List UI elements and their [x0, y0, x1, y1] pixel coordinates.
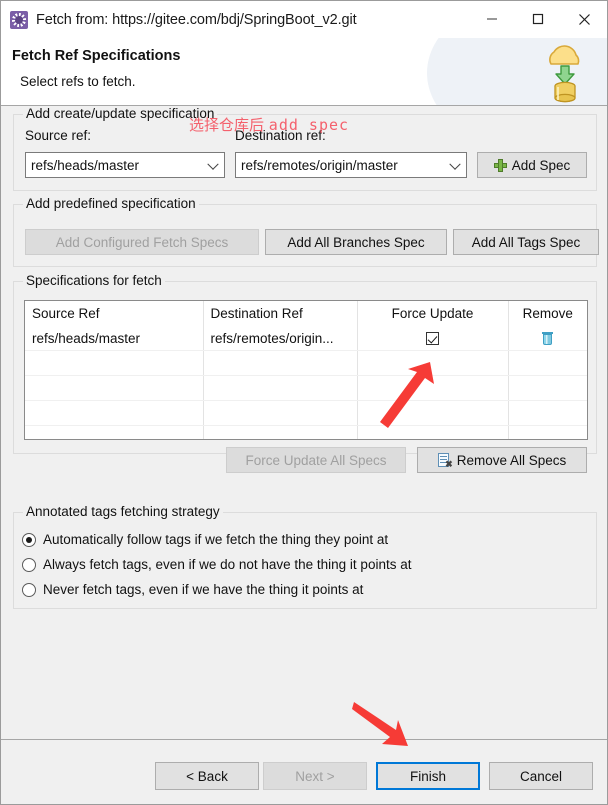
- column-header[interactable]: Source Ref: [25, 301, 204, 326]
- window-title: Fetch from: https://gitee.com/bdj/Spring…: [36, 11, 357, 28]
- destination-ref-label: Destination ref:: [235, 128, 326, 143]
- column-header[interactable]: Destination Ref: [203, 301, 358, 326]
- cell-empty: [203, 350, 358, 376]
- chevron-down-icon: [449, 158, 461, 170]
- title-bar: Fetch from: https://gitee.com/bdj/Spring…: [1, 1, 607, 38]
- table-row-empty[interactable]: [25, 350, 587, 376]
- cell-empty: [203, 425, 358, 439]
- trash-icon[interactable]: [542, 332, 554, 346]
- cell-empty: [25, 425, 204, 439]
- cell-empty: [25, 400, 204, 426]
- force-update-all-specs-label: Force Update All Specs: [245, 452, 387, 468]
- page-subtitle: Select refs to fetch.: [20, 74, 136, 89]
- cell-empty: [357, 350, 509, 376]
- dialog-body: Add create/update specification Source r…: [1, 106, 607, 804]
- add-spec-button-label: Add Spec: [511, 157, 571, 173]
- window-controls: [469, 1, 607, 37]
- radio-label: Automatically follow tags if we fetch th…: [43, 532, 389, 547]
- radio-indicator: [22, 532, 36, 547]
- remove-all-specs-label: Remove All Specs: [456, 452, 567, 468]
- specifications-for-fetch-group-title: Specifications for fetch: [23, 273, 165, 288]
- fetch-dialog-window: Fetch from: https://gitee.com/bdj/Spring…: [0, 0, 608, 805]
- radio-automatically-follow-tags[interactable]: Automatically follow tags if we fetch th…: [22, 532, 388, 547]
- annotated-tags-strategy-group-title: Annotated tags fetching strategy: [23, 504, 223, 519]
- back-button-label: < Back: [186, 768, 228, 784]
- cell-empty: [508, 425, 587, 439]
- add-all-branches-spec-button[interactable]: Add All Branches Spec: [265, 229, 447, 255]
- cloud-download-database-icon: [537, 42, 593, 104]
- radio-indicator: [22, 582, 36, 597]
- create-update-spec-group-title: Add create/update specification: [23, 106, 218, 121]
- radio-never-fetch-tags[interactable]: Never fetch tags, even if we have the th…: [22, 582, 363, 597]
- cancel-button[interactable]: Cancel: [489, 762, 593, 790]
- table-row-empty[interactable]: [25, 425, 587, 439]
- chevron-down-icon: [207, 158, 219, 170]
- finish-button-label: Finish: [409, 768, 446, 784]
- table-row[interactable]: refs/heads/master refs/remotes/origin...: [25, 326, 587, 351]
- next-button[interactable]: Next >: [263, 762, 367, 790]
- cell-destination-ref: refs/remotes/origin...: [203, 326, 358, 351]
- add-spec-button[interactable]: Add Spec: [477, 152, 587, 178]
- footer-bar: < Back Next > Finish Cancel: [1, 740, 607, 804]
- column-header[interactable]: Remove: [508, 301, 587, 326]
- cell-empty: [25, 350, 204, 376]
- cell-empty: [508, 375, 587, 401]
- green-plus-icon: [493, 158, 507, 172]
- add-configured-fetch-specs-button[interactable]: Add Configured Fetch Specs: [25, 229, 259, 255]
- maximize-button[interactable]: [515, 1, 561, 37]
- table-header-row: Source Ref Destination Ref Force Update Rem…: [25, 301, 587, 326]
- radio-label: Never fetch tags, even if we have the th…: [43, 582, 364, 597]
- cell-empty: [203, 375, 358, 401]
- cell-remove[interactable]: [508, 326, 587, 351]
- cell-force-update[interactable]: [357, 326, 509, 351]
- close-button[interactable]: [561, 1, 607, 37]
- radio-always-fetch-tags[interactable]: Always fetch tags, even if we do not hav…: [22, 557, 411, 572]
- spec-table-body: Source Ref Destination Ref Force Update Rem…: [25, 301, 587, 439]
- cell-empty: [357, 400, 509, 426]
- spec-table-grid: Source Ref Destination Ref Force Update Rem…: [25, 301, 587, 439]
- spec-table[interactable]: Source Ref Destination Ref Force Update Rem…: [24, 300, 588, 440]
- destination-ref-combo[interactable]: refs/remotes/origin/master: [235, 152, 467, 178]
- cell-empty: [357, 375, 509, 401]
- add-configured-fetch-specs-label: Add Configured Fetch Specs: [55, 234, 229, 250]
- specifications-for-fetch-group: Specifications for fetch Source Ref Desti…: [13, 273, 597, 473]
- cell-empty: [357, 425, 509, 439]
- wizard-header: Fetch Ref Specifications Select refs to …: [1, 38, 607, 106]
- next-button-label: Next >: [295, 768, 335, 784]
- source-ref-combo[interactable]: refs/heads/master: [25, 152, 225, 178]
- predefined-spec-group: Add predefined specification Add Configu…: [13, 196, 599, 267]
- add-all-tags-spec-button[interactable]: Add All Tags Spec: [453, 229, 599, 255]
- cancel-button-label: Cancel: [519, 768, 563, 784]
- add-all-branches-spec-label: Add All Branches Spec: [287, 234, 425, 250]
- cell-empty: [203, 400, 358, 426]
- cell-empty: [508, 350, 587, 376]
- column-header[interactable]: Force Update: [357, 301, 509, 326]
- minimize-button[interactable]: [469, 1, 515, 37]
- remove-document-icon: ✖: [437, 452, 453, 468]
- cell-empty: [25, 375, 204, 401]
- cell-empty: [508, 400, 587, 426]
- predefined-spec-group-title: Add predefined specification: [23, 196, 199, 211]
- radio-indicator: [22, 557, 36, 572]
- annotated-tags-strategy-group: Annotated tags fetching strategy Automat…: [13, 504, 597, 609]
- table-row-empty[interactable]: [25, 375, 587, 401]
- destination-ref-value: refs/remotes/origin/master: [241, 157, 398, 173]
- radio-label: Always fetch tags, even if we do not hav…: [43, 557, 412, 572]
- create-update-spec-group: Add create/update specification Source r…: [13, 106, 597, 191]
- force-update-checkbox[interactable]: [426, 332, 439, 346]
- source-ref-label: Source ref:: [25, 128, 92, 143]
- remove-all-specs-button[interactable]: ✖ Remove All Specs: [417, 447, 587, 473]
- cell-source-ref: refs/heads/master: [25, 326, 204, 351]
- back-button[interactable]: < Back: [155, 762, 259, 790]
- table-row-empty[interactable]: [25, 400, 587, 426]
- finish-button[interactable]: Finish: [376, 762, 480, 790]
- add-all-tags-spec-label: Add All Tags Spec: [471, 234, 581, 250]
- gear-icon: [10, 10, 28, 29]
- force-update-all-specs-button[interactable]: Force Update All Specs: [226, 447, 406, 473]
- source-ref-value: refs/heads/master: [31, 157, 140, 173]
- page-title: Fetch Ref Specifications: [12, 48, 181, 64]
